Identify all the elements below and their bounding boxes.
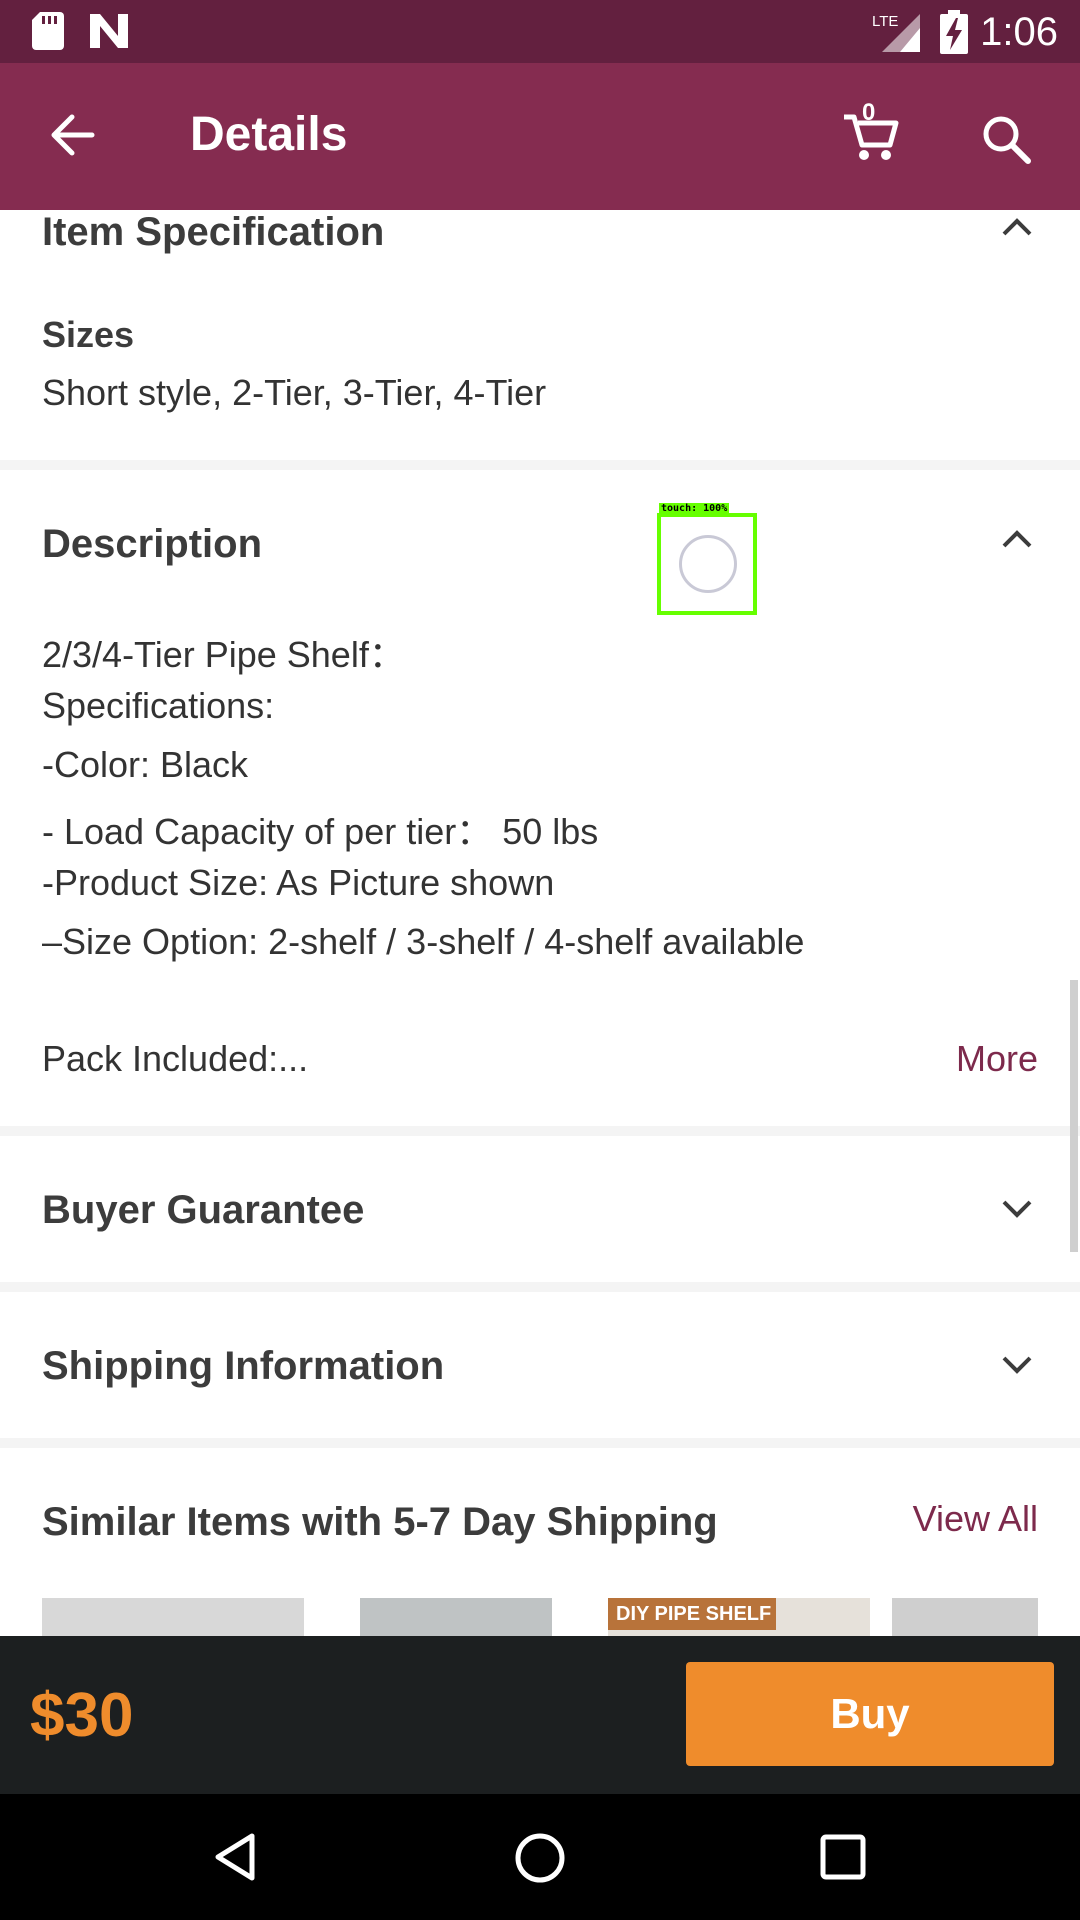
- n-logo-icon: [88, 12, 130, 55]
- battery-charging-icon: [940, 10, 968, 59]
- sizes-value: Short style, 2-Tier, 3-Tier, 4-Tier: [42, 372, 547, 413]
- divider: [0, 1126, 1080, 1136]
- status-time: 1:06: [980, 10, 1058, 54]
- chevron-down-icon[interactable]: [1000, 1198, 1034, 1225]
- divider: [0, 1438, 1080, 1448]
- search-icon[interactable]: [980, 113, 1034, 172]
- back-arrow-icon[interactable]: [48, 111, 96, 164]
- similar-item-thumbnail[interactable]: DIY PIPE SHELF: [608, 1598, 870, 1636]
- lte-signal-icon: LTE: [872, 10, 922, 59]
- buy-button[interactable]: Buy: [686, 1662, 1054, 1766]
- system-navigation-bar: [0, 1794, 1080, 1920]
- price-label: $30: [30, 1681, 134, 1750]
- description-line: –Size Option: 2-shelf / 3-shelf / 4-shel…: [42, 921, 805, 962]
- app-bar: Details 0: [0, 63, 1080, 210]
- divider: [0, 460, 1080, 470]
- similar-item-thumbnail[interactable]: [42, 1598, 304, 1636]
- nav-back-icon[interactable]: [212, 1832, 262, 1887]
- pack-included-text: Pack Included:...: [42, 1038, 309, 1079]
- details-content[interactable]: Item Specification Sizes Short style, 2-…: [0, 210, 1080, 1636]
- nav-home-icon[interactable]: [514, 1832, 566, 1889]
- svg-text:LTE: LTE: [872, 13, 898, 30]
- description-line: -Product Size: As Picture shown: [42, 862, 555, 903]
- divider: [0, 1282, 1080, 1292]
- thumbnail-banner-text: DIY PIPE SHELF: [608, 1598, 776, 1630]
- more-link[interactable]: More: [956, 1038, 1038, 1080]
- chevron-up-icon[interactable]: [1000, 528, 1034, 555]
- description-line: -Color: Black: [42, 744, 249, 785]
- description-header[interactable]: Description: [42, 522, 262, 567]
- buyer-guarantee-header[interactable]: Buyer Guarantee: [42, 1188, 364, 1233]
- view-all-link[interactable]: View All: [913, 1498, 1038, 1540]
- nav-recents-icon[interactable]: [820, 1834, 866, 1885]
- status-bar: LTE 1:06: [0, 0, 1080, 63]
- description-line: Specifications:: [42, 685, 275, 726]
- shipping-information-header[interactable]: Shipping Information: [42, 1344, 444, 1389]
- chevron-up-icon[interactable]: [1000, 216, 1034, 243]
- sizes-label: Sizes: [42, 314, 135, 355]
- cart-count-badge: 0: [862, 99, 876, 126]
- sd-card-icon: [32, 12, 64, 55]
- purchase-bar: $30 Buy: [0, 1636, 1080, 1794]
- scrollbar[interactable]: [1070, 980, 1078, 1252]
- similar-item-thumbnail[interactable]: [892, 1598, 1038, 1636]
- description-line: - Load Capacity of per tier： 50 lbs: [42, 811, 599, 852]
- chevron-down-icon[interactable]: [1000, 1354, 1034, 1381]
- item-specification-header[interactable]: Item Specification: [42, 210, 384, 255]
- similar-items-title: Similar Items with 5-7 Day Shipping: [42, 1500, 718, 1544]
- touch-ripple: [679, 535, 737, 593]
- similar-item-thumbnail[interactable]: [360, 1598, 552, 1636]
- page-title: Details: [190, 108, 348, 161]
- description-line: 2/3/4-Tier Pipe Shelf：: [42, 634, 405, 675]
